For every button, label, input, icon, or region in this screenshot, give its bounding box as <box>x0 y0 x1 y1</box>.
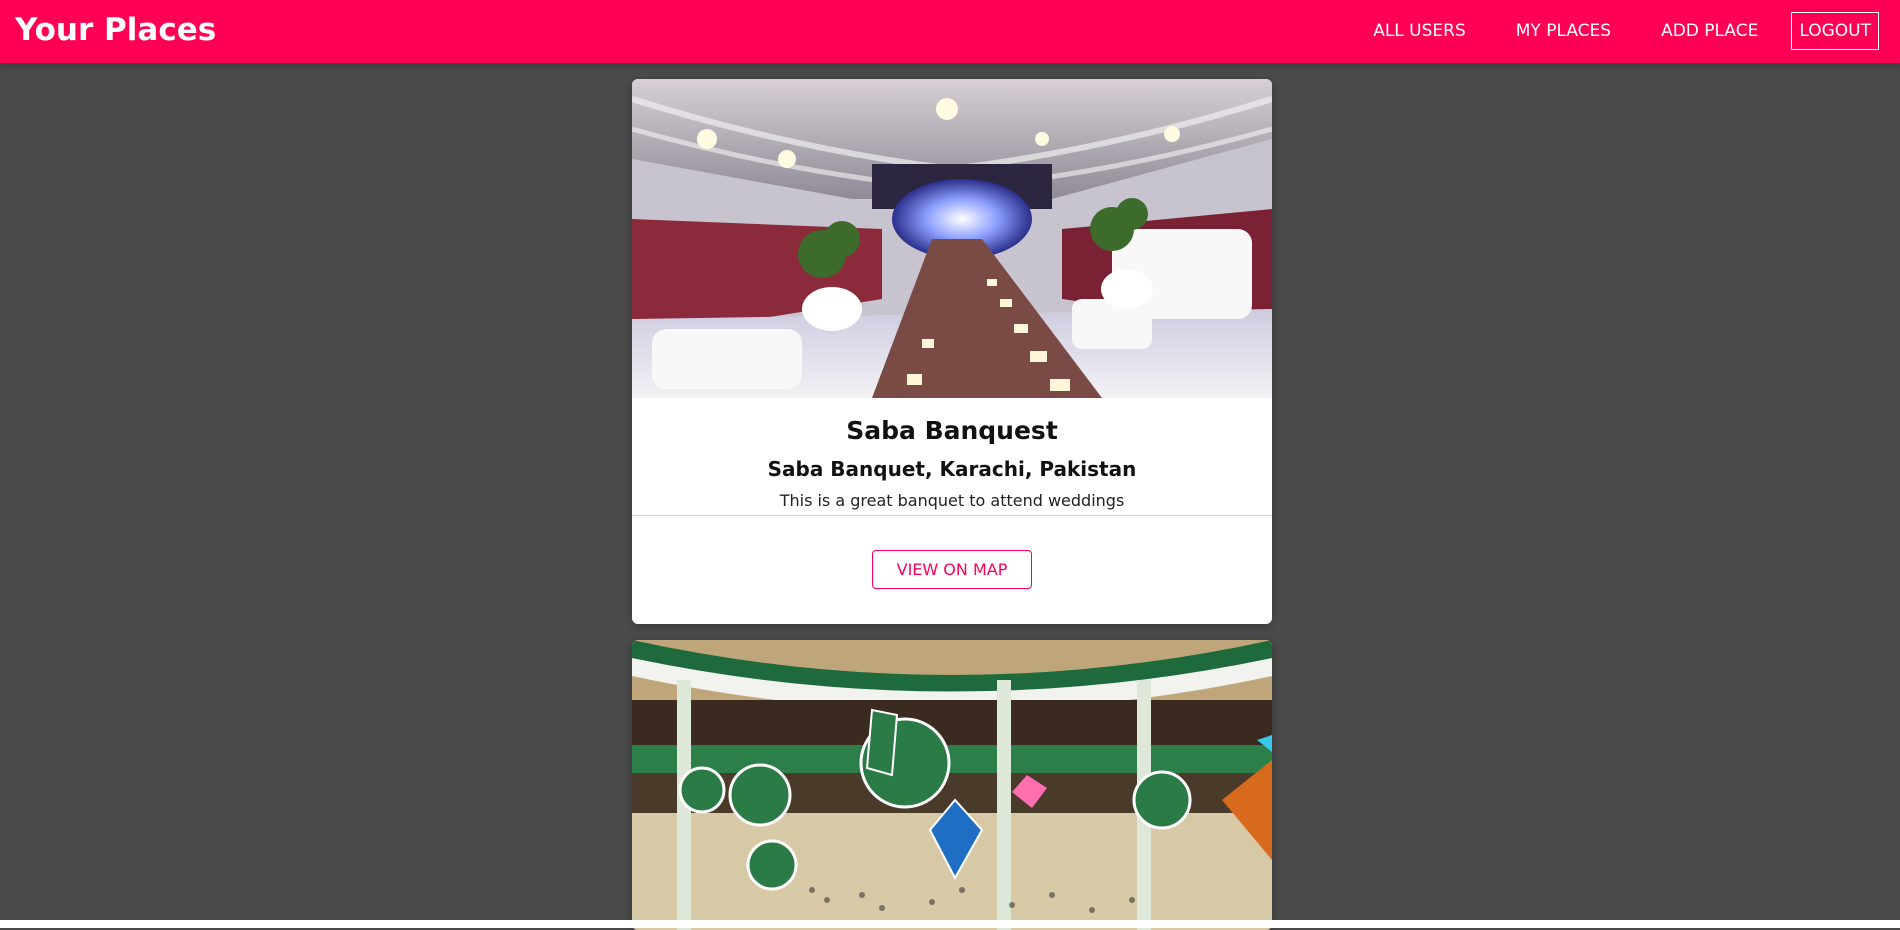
place-description: This is a great banquet to attend weddin… <box>779 491 1125 510</box>
place-card <box>632 640 1272 930</box>
nav-my-places[interactable]: MY PLACES <box>1508 14 1619 48</box>
place-card: Saba Banquest Saba Banquet, Karachi, Pak… <box>632 79 1272 624</box>
place-actions: VIEW ON MAP <box>632 516 1272 623</box>
brand-title[interactable]: Your Places <box>15 12 216 48</box>
main-header: Your Places ALL USERS MY PLACES ADD PLAC… <box>0 0 1900 63</box>
main-navigation: ALL USERS MY PLACES ADD PLACE LOGOUT <box>1331 12 1879 50</box>
place-address: Saba Banquet, Karachi, Pakistan <box>767 457 1137 481</box>
nav-all-users[interactable]: ALL USERS <box>1365 14 1474 48</box>
place-image <box>632 640 1272 930</box>
view-on-map-button[interactable]: VIEW ON MAP <box>871 550 1033 589</box>
place-image <box>632 79 1272 398</box>
logout-button[interactable]: LOGOUT <box>1791 12 1879 50</box>
place-title: Saba Banquest <box>846 416 1058 445</box>
nav-add-place[interactable]: ADD PLACE <box>1653 14 1766 48</box>
place-info: Saba Banquest Saba Banquet, Karachi, Pak… <box>632 398 1272 516</box>
bottom-bar <box>0 920 1900 928</box>
